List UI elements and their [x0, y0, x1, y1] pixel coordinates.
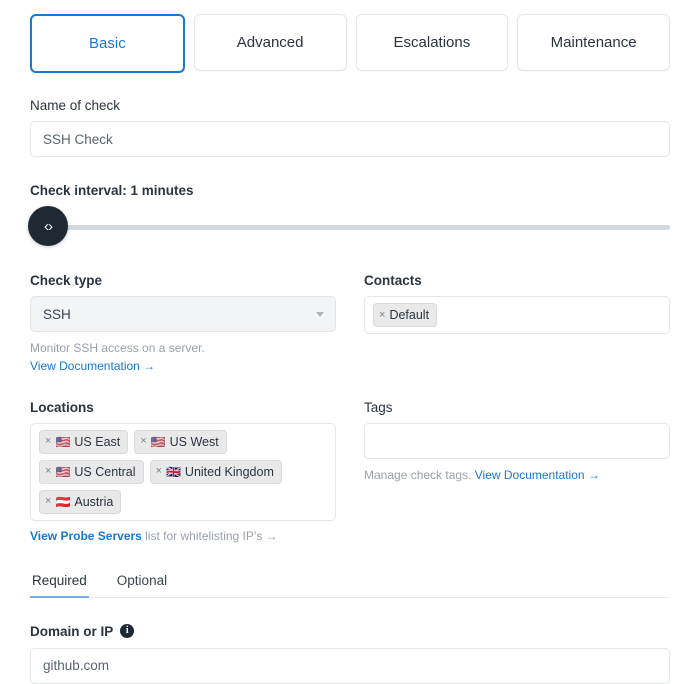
location-chip[interactable]: × 🇬🇧 United Kingdom	[149, 459, 282, 484]
tab-basic[interactable]: Basic	[30, 14, 185, 73]
check-type-doc-link[interactable]: View Documentation →	[30, 359, 336, 373]
check-type-contacts-row: Check type SSH Monitor SSH access on a s…	[30, 248, 670, 373]
tab-optional[interactable]: Optional	[115, 573, 169, 597]
name-of-check-value: SSH Check	[43, 131, 113, 147]
remove-icon[interactable]: ×	[45, 466, 51, 477]
domain-or-ip-input[interactable]: github.com	[30, 647, 670, 684]
check-type-value: SSH	[43, 306, 71, 322]
flag-icon: 🇦🇹	[55, 494, 71, 509]
location-chip-label: US East	[74, 434, 121, 449]
probe-servers-link[interactable]: View Probe Servers	[30, 529, 142, 543]
domain-or-ip-label: Domain or IP	[30, 623, 114, 639]
info-icon[interactable]: i	[120, 624, 135, 639]
tab-basic-label: Basic	[89, 35, 126, 52]
check-interval-slider[interactable]: ‹›	[28, 206, 670, 248]
tab-advanced-label: Advanced	[236, 34, 304, 51]
locations-field: Locations × 🇺🇸 US East × 🇺🇸 US West × 🇺🇸…	[30, 400, 336, 543]
contacts-input[interactable]: × Default	[364, 296, 670, 334]
chevron-down-icon	[316, 312, 324, 317]
check-interval-label: Check interval: 1 minutes	[30, 183, 194, 198]
name-of-check-input[interactable]: SSH Check	[30, 121, 670, 157]
domain-or-ip-field: Domain or IP i github.com	[30, 598, 670, 684]
probe-servers-note: View Probe Servers list for whitelisting…	[30, 529, 336, 543]
tab-maintenance[interactable]: Maintenance	[517, 14, 670, 71]
remove-icon[interactable]: ×	[140, 436, 146, 447]
tags-helper-text: Manage check tags.	[364, 467, 475, 482]
location-chip[interactable]: × 🇺🇸 US East	[39, 429, 129, 454]
location-chip[interactable]: × 🇺🇸 US Central	[39, 459, 144, 484]
check-type-field: Check type SSH Monitor SSH access on a s…	[30, 273, 336, 373]
tags-label: Tags	[364, 399, 393, 415]
location-chip-label: US Central	[74, 464, 136, 479]
contact-chip-label: Default	[389, 308, 430, 322]
slider-arrows-icon: ‹›	[44, 217, 53, 235]
check-type-select[interactable]: SSH	[30, 296, 336, 332]
tags-field: Tags Manage check tags. View Documentati…	[364, 400, 670, 543]
name-of-check-label: Name of check	[30, 98, 121, 113]
location-chip[interactable]: × 🇺🇸 US West	[134, 429, 227, 454]
tab-escalations[interactable]: Escalations	[355, 14, 509, 71]
flag-icon: 🇺🇸	[150, 434, 166, 449]
sub-tab-bar: Required Optional	[30, 573, 670, 598]
contacts-field: Contacts × Default	[364, 273, 670, 373]
check-type-label: Check type	[30, 273, 103, 288]
flag-icon: 🇺🇸	[55, 434, 71, 449]
check-interval-field: Check interval: 1 minutes ‹›	[28, 157, 670, 248]
domain-or-ip-value: github.com	[43, 658, 110, 674]
location-chip-label: Austria	[74, 494, 114, 509]
remove-icon[interactable]: ×	[379, 309, 385, 321]
main-tab-bar: Basic Advanced Escalations Maintenance	[30, 0, 670, 73]
flag-icon: 🇬🇧	[165, 464, 181, 479]
check-settings-form: Basic Advanced Escalations Maintenance N…	[0, 0, 700, 684]
slider-handle[interactable]: ‹›	[28, 206, 68, 246]
check-type-helper: Monitor SSH access on a server.	[30, 341, 205, 355]
domain-or-ip-label-row: Domain or IP i	[30, 624, 670, 639]
flag-icon: 🇺🇸	[55, 464, 71, 479]
name-of-check-field: Name of check SSH Check	[30, 73, 670, 157]
probe-servers-note-text: list for whitelisting IP’s →	[141, 528, 278, 543]
location-chip-label: US West	[169, 434, 219, 449]
contacts-label: Contacts	[364, 273, 422, 288]
remove-icon[interactable]: ×	[156, 466, 162, 477]
remove-icon[interactable]: ×	[45, 436, 51, 447]
location-chip[interactable]: × 🇦🇹 Austria	[39, 489, 122, 514]
tab-optional-label: Optional	[116, 572, 168, 588]
locations-label: Locations	[30, 399, 94, 415]
contact-chip[interactable]: × Default	[373, 303, 438, 327]
locations-input[interactable]: × 🇺🇸 US East × 🇺🇸 US West × 🇺🇸 US Centra…	[30, 422, 336, 521]
tab-maintenance-label: Maintenance	[550, 34, 637, 51]
tags-helper: Manage check tags. View Documentation →	[364, 466, 670, 485]
tab-required-label: Required	[32, 572, 87, 588]
tab-advanced[interactable]: Advanced	[193, 14, 347, 71]
locations-tags-row: Locations × 🇺🇸 US East × 🇺🇸 US West × 🇺🇸…	[30, 373, 670, 543]
slider-track[interactable]	[30, 225, 670, 230]
tab-escalations-label: Escalations	[393, 34, 471, 51]
tab-required[interactable]: Required	[30, 572, 89, 598]
tags-input[interactable]	[364, 422, 670, 459]
location-chip-label: United Kingdom	[184, 464, 274, 479]
remove-icon[interactable]: ×	[45, 496, 51, 507]
tags-doc-link[interactable]: View Documentation →	[475, 468, 600, 482]
